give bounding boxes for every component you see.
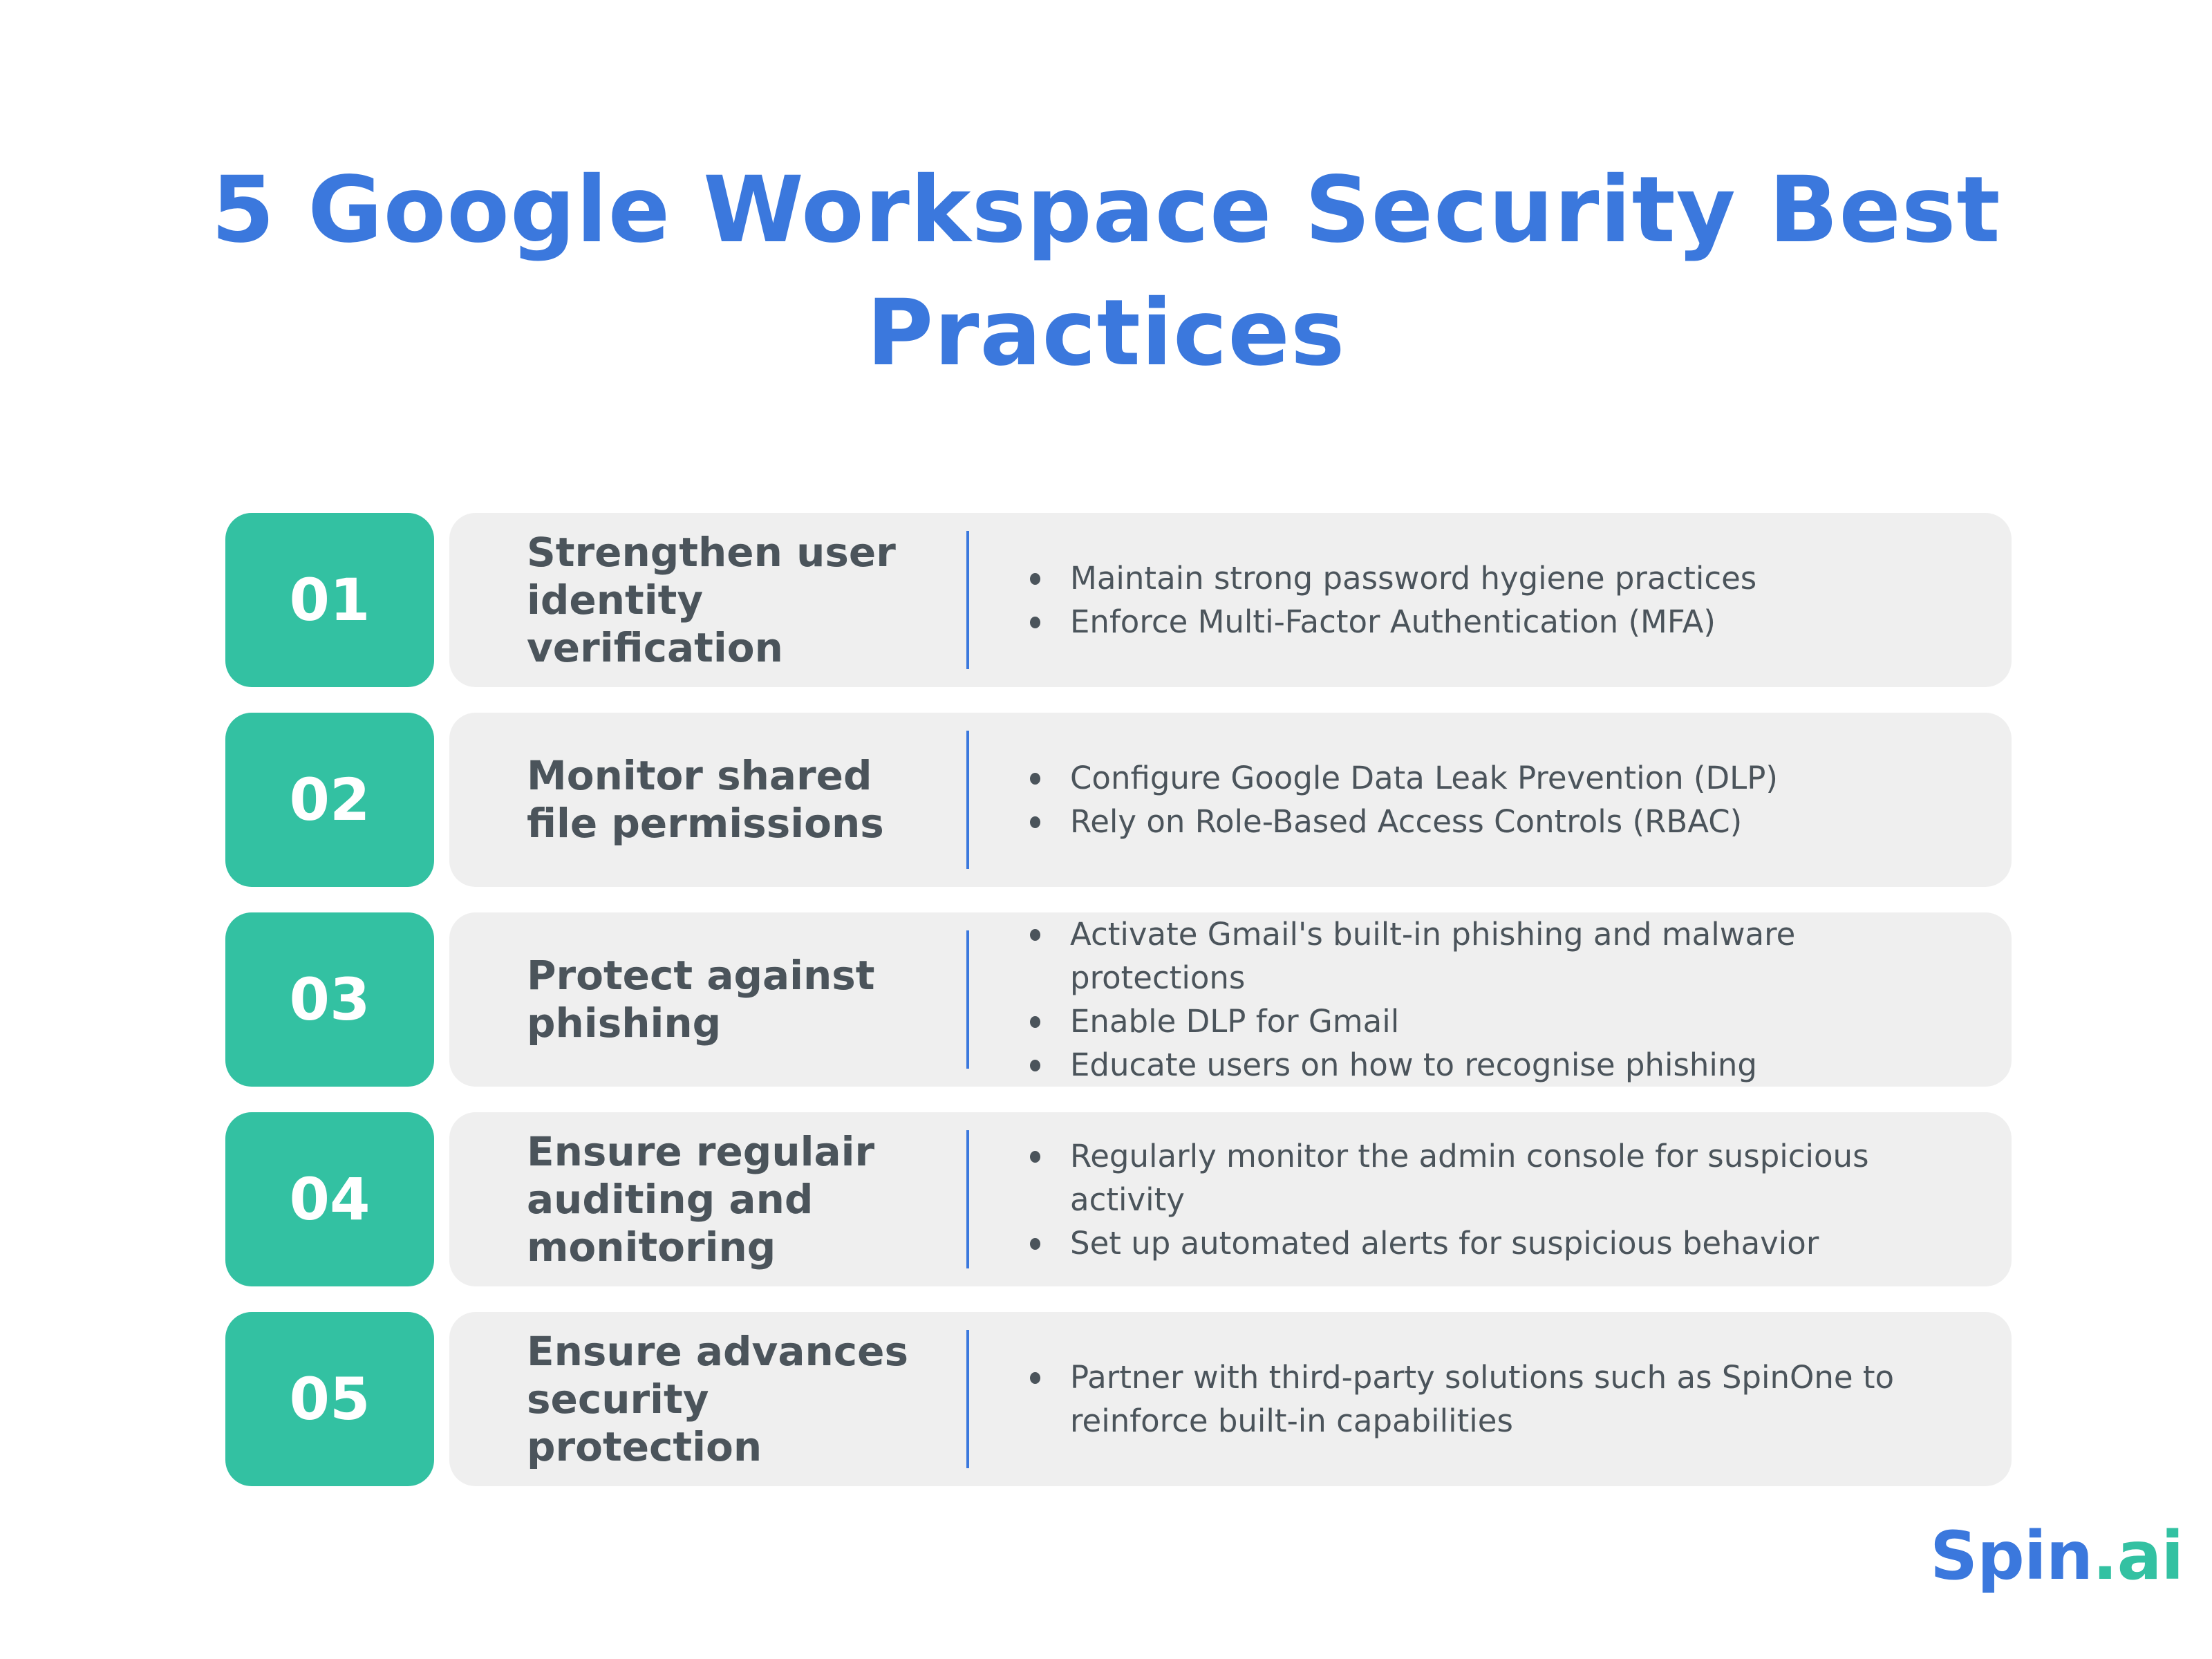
bullet-item: Educate users on how to recognise phishi… — [1024, 1043, 1951, 1087]
practice-divider — [966, 531, 969, 669]
bullet-text: Enable DLP for Gmail — [1070, 1003, 1400, 1040]
practice-card: Ensure advances security protection Partn… — [449, 1312, 2012, 1486]
bullet-list: Activate Gmail's built-in phishing and m… — [1024, 912, 1951, 1087]
practice-heading: Strengthen user identity verification — [527, 528, 896, 671]
bullet-text: Enforce Multi-Factor Authentication (MFA… — [1070, 603, 1716, 640]
practice-number-badge: 02 — [225, 713, 434, 887]
bullet-dot-icon — [1030, 1150, 1040, 1163]
bullet-text: Set up automated alerts for suspicious b… — [1070, 1224, 1819, 1262]
bullet-dot-icon — [1030, 1372, 1040, 1384]
practice-row: 03 Protect against phishing Activate Gmail… — [0, 912, 2212, 1087]
bullet-dot-icon — [1030, 1016, 1040, 1028]
bullet-dot-icon — [1030, 617, 1040, 628]
page-title: 5 Google Workspace Security Best Practic… — [0, 149, 2212, 395]
bullet-list: Configure Google Data Leak Prevention (D… — [1024, 756, 1778, 843]
practice-divider — [966, 731, 969, 869]
page-title-line-2: Practices — [866, 280, 1346, 386]
bullet-dot-icon — [1030, 573, 1040, 585]
practice-divider — [966, 1130, 969, 1268]
bullet-text: Educate users on how to recognise phishi… — [1070, 1047, 1757, 1083]
practice-heading: Ensure advances security protection — [527, 1327, 908, 1470]
bullet-text: Rely on Role-Based Access Controls (RBAC… — [1070, 803, 1743, 840]
page-title-line-1: 5 Google Workspace Security Best — [211, 157, 2001, 263]
bullet-text: Activate Gmail's built-in phishing and m… — [1070, 916, 1796, 996]
logo-text-ai: .ai — [2092, 1517, 2184, 1595]
practice-card: Strengthen user identity verification Mai… — [449, 513, 2012, 687]
bullet-dot-icon — [1030, 773, 1040, 785]
practice-number-badge: 03 — [225, 912, 434, 1087]
practice-bullets: Maintain strong password hygiene practic… — [1024, 513, 1951, 687]
practice-heading: Monitor shared file permissions — [527, 752, 884, 847]
bullet-text: Maintain strong password hygiene practic… — [1070, 560, 1757, 597]
bullet-dot-icon — [1030, 929, 1040, 941]
practice-row: 01 Strengthen user identity verification M… — [0, 513, 2212, 687]
practice-card: Ensure regulair auditing and monitoring R… — [449, 1112, 2012, 1286]
bullet-list: Regularly monitor the admin console for … — [1024, 1134, 1951, 1265]
practice-bullets: Regularly monitor the admin console for … — [1024, 1112, 1951, 1286]
practice-number-badge: 05 — [225, 1312, 434, 1486]
practice-heading: Protect against phishing — [527, 952, 875, 1047]
practice-card: Monitor shared file permissions Configure… — [449, 713, 2012, 887]
practice-row: 05 Ensure advances security protection Par… — [0, 1312, 2212, 1486]
practice-bullets: Partner with third-party solutions such … — [1024, 1312, 1951, 1486]
bullet-list: Partner with third-party solutions such … — [1024, 1356, 1951, 1443]
bullet-item: Rely on Role-Based Access Controls (RBAC… — [1024, 800, 1778, 843]
bullet-dot-icon — [1030, 1060, 1040, 1071]
bullet-item: Activate Gmail's built-in phishing and m… — [1024, 912, 1951, 1000]
practice-number-badge: 04 — [225, 1112, 434, 1286]
bullet-dot-icon — [1030, 816, 1040, 828]
bullet-item: Regularly monitor the admin console for … — [1024, 1134, 1951, 1221]
practice-divider — [966, 1330, 969, 1468]
practice-divider — [966, 930, 969, 1069]
practice-number-badge: 01 — [225, 513, 434, 687]
spin-ai-logo: Spin.ai — [1930, 1517, 2184, 1595]
bullet-item: Set up automated alerts for suspicious b… — [1024, 1221, 1951, 1265]
bullet-item: Enforce Multi-Factor Authentication (MFA… — [1024, 600, 1756, 644]
bullet-text: Regularly monitor the admin console for … — [1070, 1137, 1869, 1218]
bullet-item: Partner with third-party solutions such … — [1024, 1356, 1951, 1443]
bullet-text: Configure Google Data Leak Prevention (D… — [1070, 760, 1778, 796]
practice-bullets: Activate Gmail's built-in phishing and m… — [1024, 912, 1951, 1087]
practice-heading: Ensure regulair auditing and monitoring — [527, 1127, 875, 1271]
bullet-item: Configure Google Data Leak Prevention (D… — [1024, 756, 1778, 800]
bullet-item: Enable DLP for Gmail — [1024, 1000, 1951, 1043]
bullet-item: Maintain strong password hygiene practic… — [1024, 556, 1756, 600]
bullet-dot-icon — [1030, 1237, 1040, 1250]
practice-row: 02 Monitor shared file permissions Configu… — [0, 713, 2212, 887]
practice-row: 04 Ensure regulair auditing and monitorin… — [0, 1112, 2212, 1286]
logo-text-spin: Spin — [1930, 1517, 2093, 1595]
practice-card: Protect against phishing Activate Gmail's… — [449, 912, 2012, 1087]
bullet-list: Maintain strong password hygiene practic… — [1024, 556, 1756, 644]
practice-bullets: Configure Google Data Leak Prevention (D… — [1024, 713, 1951, 887]
bullet-text: Partner with third-party solutions such … — [1070, 1359, 1895, 1439]
